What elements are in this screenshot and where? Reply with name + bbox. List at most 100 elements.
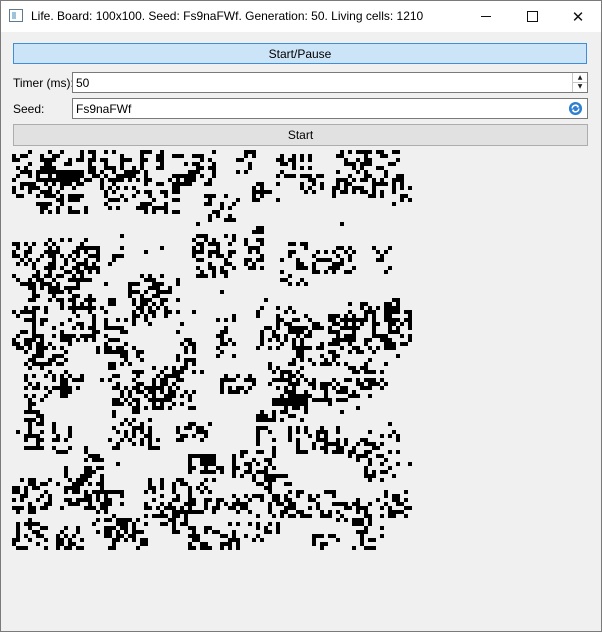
live-cell[interactable] (232, 538, 236, 542)
live-cell[interactable] (300, 418, 304, 422)
live-cell[interactable] (224, 378, 228, 382)
live-cell[interactable] (36, 434, 40, 438)
live-cell[interactable] (216, 318, 220, 322)
live-cell[interactable] (76, 294, 80, 298)
live-cell[interactable] (172, 514, 176, 518)
live-cell[interactable] (356, 370, 360, 374)
live-cell[interactable] (324, 258, 328, 262)
live-cell[interactable] (196, 430, 200, 434)
live-cell[interactable] (108, 362, 112, 366)
live-cell[interactable] (120, 254, 124, 258)
live-cell[interactable] (68, 498, 72, 502)
live-cell[interactable] (196, 166, 200, 170)
live-cell[interactable] (12, 154, 16, 158)
live-cell[interactable] (24, 410, 28, 414)
live-cell[interactable] (348, 270, 352, 274)
live-cell[interactable] (100, 178, 104, 182)
live-cell[interactable] (116, 530, 120, 534)
live-cell[interactable] (328, 510, 332, 514)
live-cell[interactable] (100, 486, 104, 490)
live-cell[interactable] (112, 366, 116, 370)
live-cell[interactable] (272, 514, 276, 518)
live-cell[interactable] (196, 170, 200, 174)
live-cell[interactable] (352, 266, 356, 270)
live-cell[interactable] (388, 310, 392, 314)
live-cell[interactable] (32, 478, 36, 482)
live-cell[interactable] (196, 258, 200, 262)
live-cell[interactable] (108, 178, 112, 182)
live-cell[interactable] (332, 270, 336, 274)
live-cell[interactable] (380, 478, 384, 482)
live-cell[interactable] (148, 426, 152, 430)
live-cell[interactable] (136, 306, 140, 310)
live-cell[interactable] (28, 250, 32, 254)
live-cell[interactable] (192, 358, 196, 362)
live-cell[interactable] (64, 174, 68, 178)
live-cell[interactable] (116, 174, 120, 178)
live-cell[interactable] (220, 470, 224, 474)
live-cell[interactable] (384, 342, 388, 346)
live-cell[interactable] (224, 270, 228, 274)
live-cell[interactable] (64, 382, 68, 386)
live-cell[interactable] (372, 186, 376, 190)
live-cell[interactable] (408, 186, 412, 190)
live-cell[interactable] (44, 158, 48, 162)
live-cell[interactable] (164, 506, 168, 510)
live-cell[interactable] (88, 502, 92, 506)
live-cell[interactable] (104, 150, 108, 154)
live-cell[interactable] (56, 274, 60, 278)
live-cell[interactable] (64, 162, 68, 166)
live-cell[interactable] (272, 378, 276, 382)
live-cell[interactable] (132, 538, 136, 542)
live-cell[interactable] (120, 194, 124, 198)
live-cell[interactable] (364, 438, 368, 442)
live-cell[interactable] (380, 534, 384, 538)
live-cell[interactable] (92, 154, 96, 158)
live-cell[interactable] (364, 318, 368, 322)
live-cell[interactable] (184, 434, 188, 438)
live-cell[interactable] (28, 510, 32, 514)
live-cell[interactable] (252, 378, 256, 382)
live-cell[interactable] (268, 418, 272, 422)
life-grid[interactable] (12, 150, 416, 554)
live-cell[interactable] (164, 514, 168, 518)
live-cell[interactable] (68, 210, 72, 214)
live-cell[interactable] (256, 522, 260, 526)
live-cell[interactable] (344, 314, 348, 318)
live-cell[interactable] (132, 530, 136, 534)
live-cell[interactable] (176, 374, 180, 378)
live-cell[interactable] (48, 270, 52, 274)
live-cell[interactable] (372, 326, 376, 330)
live-cell[interactable] (112, 410, 116, 414)
live-cell[interactable] (188, 470, 192, 474)
live-cell[interactable] (192, 342, 196, 346)
live-cell[interactable] (48, 238, 52, 242)
live-cell[interactable] (276, 326, 280, 330)
live-cell[interactable] (104, 502, 108, 506)
live-cell[interactable] (76, 278, 80, 282)
live-cell[interactable] (268, 326, 272, 330)
live-cell[interactable] (24, 262, 28, 266)
live-cell[interactable] (300, 158, 304, 162)
live-cell[interactable] (192, 154, 196, 158)
live-cell[interactable] (384, 362, 388, 366)
live-cell[interactable] (384, 314, 388, 318)
live-cell[interactable] (320, 182, 324, 186)
live-cell[interactable] (384, 154, 388, 158)
life-board[interactable] (12, 150, 416, 554)
live-cell[interactable] (216, 530, 220, 534)
live-cell[interactable] (232, 530, 236, 534)
live-cell[interactable] (44, 190, 48, 194)
live-cell[interactable] (244, 502, 248, 506)
live-cell[interactable] (44, 282, 48, 286)
live-cell[interactable] (280, 502, 284, 506)
live-cell[interactable] (356, 530, 360, 534)
live-cell[interactable] (380, 378, 384, 382)
live-cell[interactable] (84, 494, 88, 498)
live-cell[interactable] (88, 298, 92, 302)
live-cell[interactable] (176, 386, 180, 390)
live-cell[interactable] (72, 178, 76, 182)
live-cell[interactable] (256, 226, 260, 230)
live-cell[interactable] (276, 522, 280, 526)
live-cell[interactable] (180, 482, 184, 486)
